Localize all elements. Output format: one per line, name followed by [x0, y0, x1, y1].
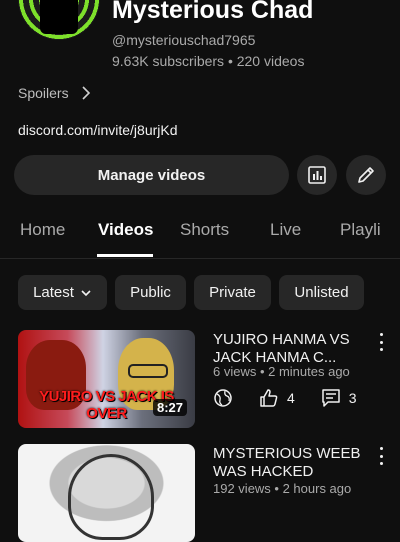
- active-tab-indicator: [97, 254, 153, 257]
- sort-label: Latest: [33, 284, 74, 301]
- channel-tabs: Home Videos Shorts Live Playli: [0, 212, 400, 259]
- manage-videos-button[interactable]: Manage videos: [14, 155, 289, 195]
- video-meta: 192 views • 2 hours ago: [213, 481, 352, 496]
- filter-chip-private[interactable]: Private: [194, 275, 271, 310]
- tab-playlists[interactable]: Playli: [340, 220, 381, 240]
- thumbnail-glasses: [128, 364, 168, 378]
- filter-chip-public[interactable]: Public: [115, 275, 186, 310]
- channel-handle: @mysteriouschad7965: [112, 32, 256, 48]
- video-stats: 4 3: [213, 388, 357, 408]
- tab-live[interactable]: Live: [270, 220, 301, 240]
- channel-name: Mysterious Chad: [112, 0, 314, 24]
- filter-chip-unlisted[interactable]: Unlisted: [279, 275, 364, 310]
- tab-home[interactable]: Home: [20, 220, 65, 240]
- edit-channel-button[interactable]: [346, 155, 386, 195]
- chevron-right-icon: [82, 86, 90, 100]
- thumbnail-mask-figure: [68, 454, 154, 540]
- analytics-button[interactable]: [297, 155, 337, 195]
- pencil-icon: [358, 167, 374, 183]
- channel-description[interactable]: Spoilers: [18, 85, 93, 101]
- avatar-figure: [40, 0, 78, 34]
- channel-link[interactable]: discord.com/invite/j8urjKd: [18, 122, 178, 138]
- thumbs-up-icon: [260, 389, 278, 407]
- description-text: Spoilers: [18, 85, 69, 101]
- like-count: 4: [287, 390, 295, 406]
- video-thumbnail[interactable]: [18, 444, 195, 542]
- more-options-icon[interactable]: [375, 333, 387, 351]
- sort-dropdown[interactable]: Latest: [18, 275, 107, 310]
- video-duration: 8:27: [152, 399, 187, 416]
- more-options-icon[interactable]: [375, 447, 387, 465]
- channel-stats: 9.63K subscribers • 220 videos: [112, 53, 305, 69]
- video-title[interactable]: YUJIRO HANMA VS JACK HANMA C...: [213, 331, 363, 367]
- chevron-down-icon: [81, 289, 91, 296]
- tab-videos[interactable]: Videos: [98, 220, 153, 240]
- video-meta: 6 views • 2 minutes ago: [213, 364, 350, 379]
- video-thumbnail[interactable]: YUJIRO VS JACK IS OVER 8:27: [18, 330, 195, 428]
- video-title[interactable]: MYSTERIOUS WEEB WAS HACKED: [213, 445, 363, 481]
- globe-icon: [214, 389, 232, 407]
- comment-count: 3: [348, 390, 357, 406]
- channel-avatar[interactable]: [18, 0, 100, 40]
- analytics-icon: [308, 166, 326, 184]
- tab-shorts[interactable]: Shorts: [180, 220, 229, 240]
- comment-icon: [322, 389, 340, 407]
